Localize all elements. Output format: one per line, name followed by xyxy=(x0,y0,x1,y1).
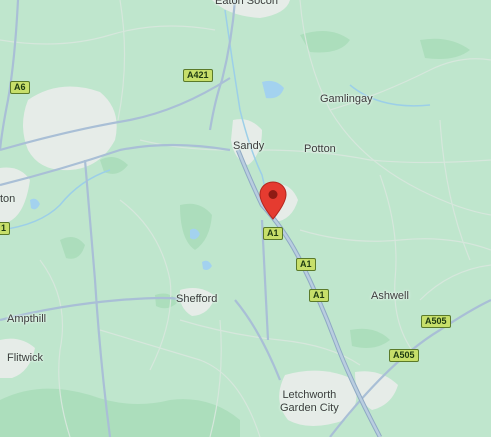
road-shield-a421: A421 xyxy=(183,69,213,82)
place-letchworth-line1: Letchworth xyxy=(282,389,337,401)
road-shield-edge: 1 xyxy=(0,222,11,235)
road-shield-a1-north: A1 xyxy=(263,227,283,240)
place-sandy: Sandy xyxy=(233,140,265,152)
map-canvas[interactable]: Eaton Socon Gamlingay Sandy Potton ton S… xyxy=(0,0,491,437)
map-base-layer xyxy=(0,0,491,437)
place-shefford: Shefford xyxy=(176,293,218,305)
map-pin-shape xyxy=(259,181,287,220)
place-flitwick: Flitwick xyxy=(7,352,44,364)
place-ashwell: Ashwell xyxy=(371,290,409,302)
map-pin-icon[interactable] xyxy=(258,181,288,221)
place-letchworth-line2: Garden City xyxy=(280,402,339,414)
place-ton: ton xyxy=(0,193,16,205)
major-roads xyxy=(0,0,491,437)
place-ampthill: Ampthill xyxy=(7,313,47,325)
place-eaton-socon: Eaton Socon xyxy=(215,0,278,7)
minor-roads xyxy=(0,0,491,437)
road-shield-a1-south: A1 xyxy=(309,289,329,302)
road-shield-a1-mid: A1 xyxy=(296,258,316,271)
place-letchworth: Letchworth Garden City xyxy=(280,389,339,415)
road-shield-a6: A6 xyxy=(10,81,30,94)
road-shield-a505-south: A505 xyxy=(389,349,419,362)
road-shield-a505-east: A505 xyxy=(421,315,451,328)
place-potton: Potton xyxy=(304,143,336,155)
place-gamlingay: Gamlingay xyxy=(320,93,373,105)
